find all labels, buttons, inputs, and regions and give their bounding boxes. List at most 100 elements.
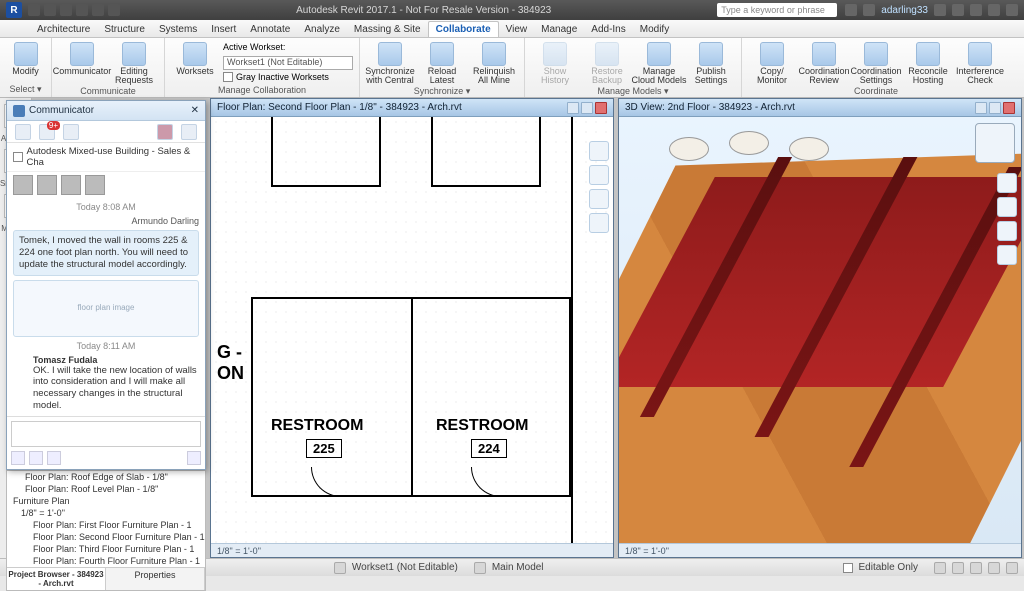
- floorplan-canvas[interactable]: RESTROOM 225 RESTROOM 224 G - ON: [211, 117, 613, 543]
- gray-inactive-checkbox[interactable]: [223, 72, 233, 82]
- pb-tab-browser[interactable]: Project Browser - 384923 - Arch.rvt: [7, 568, 106, 590]
- view-max-icon[interactable]: [581, 102, 593, 114]
- tab-structure[interactable]: Structure: [97, 22, 152, 37]
- tab-manage[interactable]: Manage: [534, 22, 584, 37]
- qat-open-icon[interactable]: [28, 4, 40, 16]
- status-main-model[interactable]: Main Model: [492, 562, 544, 573]
- comm-tab-people-icon[interactable]: [15, 124, 31, 140]
- publish-settings-button[interactable]: Publish Settings: [687, 40, 735, 85]
- select-group-label[interactable]: Select ▾: [6, 83, 45, 95]
- interference-check-button[interactable]: Interference Check: [956, 40, 1004, 85]
- 3d-status[interactable]: 1/8" = 1'-0": [619, 543, 1021, 557]
- tab-massing-site[interactable]: Massing & Site: [347, 22, 428, 37]
- tab-annotate[interactable]: Annotate: [243, 22, 297, 37]
- active-workset-dropdown[interactable]: Workset1 (Not Editable): [223, 56, 353, 70]
- tab-view[interactable]: View: [499, 22, 535, 37]
- view3d-min-icon[interactable]: [975, 102, 987, 114]
- reconcile-hosting-button[interactable]: Reconcile Hosting: [904, 40, 952, 85]
- relinquish-button[interactable]: Relinquish All Mine: [470, 40, 518, 85]
- synchronize-group-label[interactable]: Synchronize ▾: [366, 85, 518, 97]
- qat-print-icon[interactable]: [92, 4, 104, 16]
- favorites-icon[interactable]: [934, 4, 946, 16]
- emoji-icon[interactable]: [47, 451, 61, 465]
- status-filter-icon[interactable]: [934, 562, 946, 574]
- member-avatar-1[interactable]: [13, 175, 33, 195]
- view-close-icon[interactable]: [595, 102, 607, 114]
- status-ws-icon[interactable]: [334, 562, 346, 574]
- coord-settings-button[interactable]: Coordination Settings: [852, 40, 900, 85]
- pb-line-4[interactable]: 1/8" = 1'-0": [7, 507, 205, 519]
- pb-line-1[interactable]: Floor Plan: Roof Edge of Slab - 1/8": [7, 471, 205, 483]
- member-avatar-4[interactable]: [85, 175, 105, 195]
- modify-button[interactable]: Modify: [6, 40, 45, 76]
- nav-zoom-icon[interactable]: [589, 213, 609, 233]
- pb-line-5[interactable]: Floor Plan: First Floor Furniture Plan -…: [7, 519, 205, 531]
- status-select-icon[interactable]: [970, 562, 982, 574]
- copy-monitor-button[interactable]: Copy/ Monitor: [748, 40, 796, 85]
- nav3d-zoom-icon[interactable]: [997, 221, 1017, 241]
- help-icon[interactable]: [952, 4, 964, 16]
- qat-undo-icon[interactable]: [60, 4, 72, 16]
- pb-line-8[interactable]: Floor Plan: Fourth Floor Furniture Plan …: [7, 555, 205, 567]
- help-search-input[interactable]: Type a keyword or phrase: [717, 3, 837, 17]
- qat-more-icon[interactable]: [108, 4, 120, 16]
- comm-tab-list-icon[interactable]: [63, 124, 79, 140]
- qat-redo-icon[interactable]: [76, 4, 88, 16]
- attach-icon[interactable]: [11, 451, 25, 465]
- signed-in-user[interactable]: adarling33: [881, 5, 928, 16]
- sync-central-button[interactable]: Synchronize with Central: [366, 40, 414, 85]
- manage-models-group-label[interactable]: Manage Models ▾: [531, 85, 735, 97]
- close-button[interactable]: [1006, 4, 1018, 16]
- nav3d-wheel-icon[interactable]: [997, 173, 1017, 193]
- view3d-max-icon[interactable]: [989, 102, 1001, 114]
- status-drag-icon[interactable]: [1006, 562, 1018, 574]
- status-pin-icon[interactable]: [988, 562, 1000, 574]
- manage-cloud-models-button[interactable]: Manage Cloud Models: [635, 40, 683, 85]
- tab-addins[interactable]: Add-Ins: [584, 22, 632, 37]
- reload-latest-button[interactable]: Reload Latest: [418, 40, 466, 85]
- coord-review-button[interactable]: Coordination Review: [800, 40, 848, 85]
- member-avatar-2[interactable]: [37, 175, 57, 195]
- screenshot-icon[interactable]: [29, 451, 43, 465]
- member-avatar-3[interactable]: [61, 175, 81, 195]
- qat-save-icon[interactable]: [44, 4, 56, 16]
- view3d-close-icon[interactable]: [1003, 102, 1015, 114]
- pb-line-2[interactable]: Floor Plan: Roof Level Plan - 1/8": [7, 483, 205, 495]
- message-1-attachment[interactable]: floor plan image: [13, 280, 199, 337]
- communicator-close-icon[interactable]: ✕: [191, 105, 199, 116]
- comm-tab-chat-icon[interactable]: [39, 124, 55, 140]
- maximize-button[interactable]: [988, 4, 1000, 16]
- tab-insert[interactable]: Insert: [204, 22, 243, 37]
- status-link-icon[interactable]: [952, 562, 964, 574]
- nav3d-orbit-icon[interactable]: [997, 245, 1017, 265]
- app-logo[interactable]: R: [6, 2, 22, 18]
- tab-architecture[interactable]: Architecture: [30, 22, 97, 37]
- worksets-button[interactable]: Worksets: [171, 40, 219, 76]
- comm-avatar-self[interactable]: [157, 124, 173, 140]
- 3d-canvas[interactable]: [619, 117, 1021, 543]
- tab-analyze[interactable]: Analyze: [297, 22, 347, 37]
- communicator-button[interactable]: Communicator: [58, 40, 106, 76]
- editable-only-checkbox[interactable]: [843, 563, 853, 573]
- pb-line-7[interactable]: Floor Plan: Third Floor Furniture Plan -…: [7, 543, 205, 555]
- nav-pan-icon[interactable]: [589, 189, 609, 209]
- tab-modify[interactable]: Modify: [633, 22, 676, 37]
- infocenter-icon[interactable]: [845, 4, 857, 16]
- nav-wheel-icon[interactable]: [589, 165, 609, 185]
- tab-systems[interactable]: Systems: [152, 22, 204, 37]
- minimize-button[interactable]: [970, 4, 982, 16]
- status-model-icon[interactable]: [474, 562, 486, 574]
- view-min-icon[interactable]: [567, 102, 579, 114]
- comm-settings-icon[interactable]: [181, 124, 197, 140]
- status-workset[interactable]: Workset1 (Not Editable): [352, 562, 458, 573]
- nav3d-pan-icon[interactable]: [997, 197, 1017, 217]
- tab-collaborate[interactable]: Collaborate: [428, 21, 499, 37]
- editing-requests-button[interactable]: Editing Requests: [110, 40, 158, 85]
- signin-icon[interactable]: [863, 4, 875, 16]
- floorplan-status[interactable]: 1/8" = 1'-0": [211, 543, 613, 557]
- chat-textarea[interactable]: [11, 421, 201, 447]
- pb-tab-properties[interactable]: Properties: [106, 568, 205, 590]
- send-icon[interactable]: [187, 451, 201, 465]
- pb-line-3[interactable]: Furniture Plan: [7, 495, 205, 507]
- expand-icon[interactable]: [13, 152, 23, 162]
